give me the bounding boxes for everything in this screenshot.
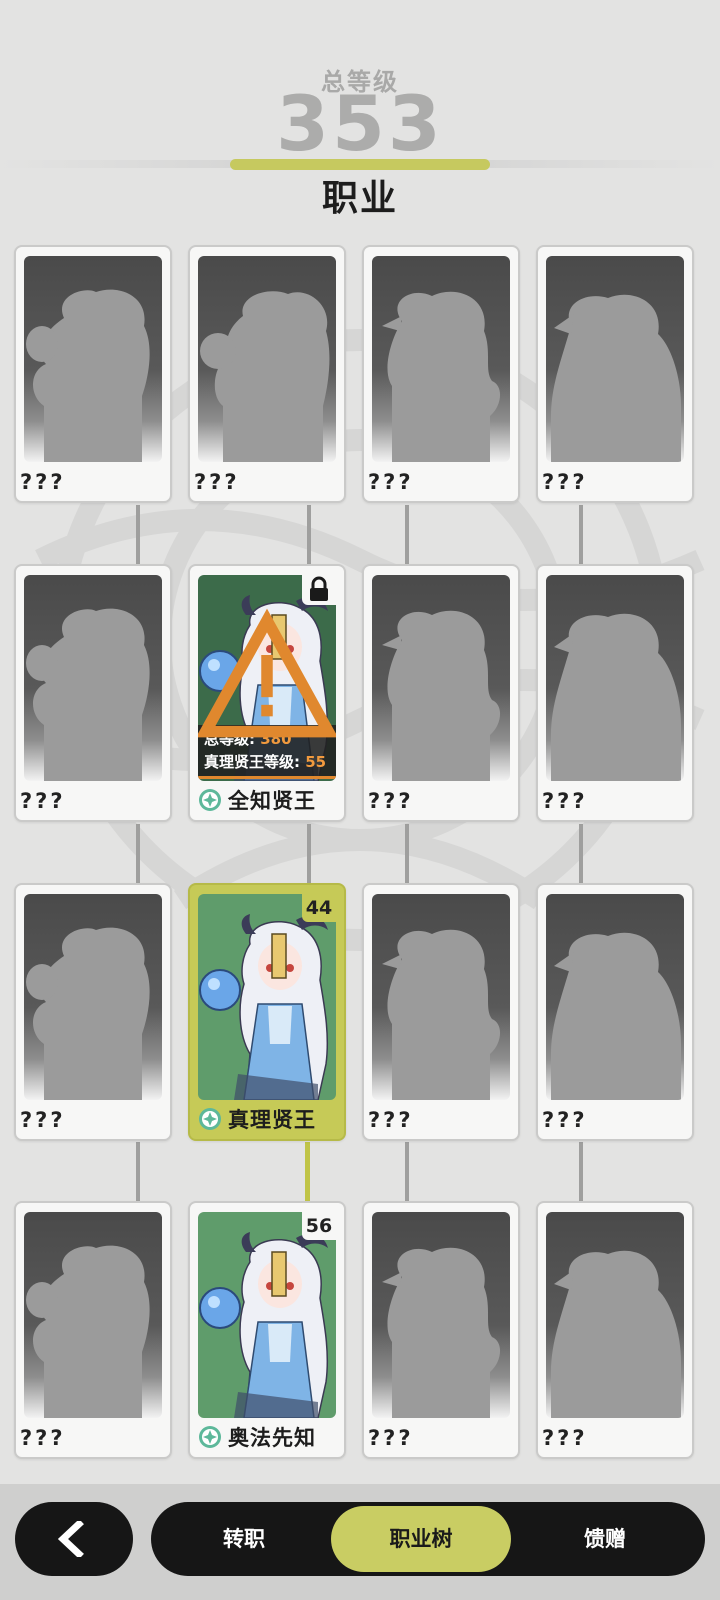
class-name-row: 全知贤王 [198,785,316,815]
class-card-omniscient-sage[interactable]: 总等级: 380 真理贤王等级: 55 全知贤王 [188,564,346,822]
class-card-locked[interactable]: ??? [14,1201,172,1459]
class-portrait: 总等级: 380 真理贤王等级: 55 [198,575,336,781]
class-name: ??? [368,1426,414,1450]
class-name: ??? [20,789,66,813]
class-card-locked[interactable]: ??? [14,883,172,1141]
connector-line [579,505,583,565]
class-name: ??? [542,1108,588,1132]
class-level-badge: 56 [302,1212,336,1240]
class-name: 全知贤王 [228,789,316,813]
locked-silhouette [372,894,510,1100]
connector-line [405,505,409,565]
connector-line [405,824,409,884]
connector-line [307,505,311,565]
class-card-truth-sage[interactable]: 44 真理贤王 [188,883,346,1141]
class-card-locked[interactable]: ??? [536,1201,694,1459]
class-name: 奥法先知 [228,1426,316,1450]
class-name: ??? [542,1426,588,1450]
class-emblem-icon [198,788,222,812]
chevron-left-icon [57,1521,84,1557]
locked-silhouette [372,1212,510,1418]
class-card-locked[interactable]: ??? [188,245,346,503]
class-card-locked[interactable]: ??? [362,883,520,1141]
class-portrait [198,1212,336,1418]
connector-line-active [305,1142,310,1202]
locked-silhouette [24,256,162,462]
class-name: 真理贤王 [228,1108,316,1132]
class-emblem-icon [198,1107,222,1131]
page-title: 职业 [321,178,398,219]
tab-class-tree[interactable]: 职业树 [331,1506,511,1572]
class-card-locked[interactable]: ??? [362,564,520,822]
connector-line [136,1142,140,1202]
locked-silhouette [24,1212,162,1418]
class-card-locked[interactable]: ??? [536,883,694,1141]
class-card-locked[interactable]: ??? [14,564,172,822]
class-card-locked[interactable]: ??? [14,245,172,503]
bottom-tab-bar: 转职 职业树 馈赠 [151,1502,705,1576]
lock-icon [302,575,336,605]
class-name: ??? [542,789,588,813]
class-card-locked[interactable]: ??? [362,245,520,503]
locked-silhouette [546,894,684,1100]
class-name: ??? [20,470,66,494]
class-name: ??? [20,1108,66,1132]
locked-silhouette [546,575,684,781]
class-name-row: 真理贤王 [198,1104,316,1134]
locked-silhouette [198,256,336,462]
class-name-row: 奥法先知 [198,1422,316,1452]
locked-silhouette [546,1212,684,1418]
locked-silhouette [546,256,684,462]
warning-triangle-icon [198,608,336,738]
class-name: ??? [368,789,414,813]
locked-silhouette [372,575,510,781]
locked-silhouette [24,575,162,781]
class-level-badge: 44 [302,894,336,922]
class-emblem-icon [198,1425,222,1449]
class-portrait [198,894,336,1100]
class-name: ??? [194,470,240,494]
connector-line [579,1142,583,1202]
class-name: ??? [542,470,588,494]
header: 总等级 353 职业 [0,0,720,230]
class-card-locked[interactable]: ??? [362,1201,520,1459]
connector-line [405,1142,409,1202]
class-card-locked[interactable]: ??? [536,245,694,503]
tab-class-transfer[interactable]: 转职 [161,1502,327,1576]
connector-line [307,824,311,884]
locked-silhouette [372,256,510,462]
connector-line [136,505,140,565]
connector-line [136,824,140,884]
tab-gift[interactable]: 馈赠 [515,1502,695,1576]
back-button[interactable] [15,1502,133,1576]
total-level-value: 353 [276,79,444,168]
connector-line [579,824,583,884]
locked-silhouette [24,894,162,1100]
class-name: ??? [368,470,414,494]
class-card-locked[interactable]: ??? [536,564,694,822]
class-name: ??? [368,1108,414,1132]
class-name: ??? [20,1426,66,1450]
class-card-arcane-prophet[interactable]: 56 奥法先知 [188,1201,346,1459]
